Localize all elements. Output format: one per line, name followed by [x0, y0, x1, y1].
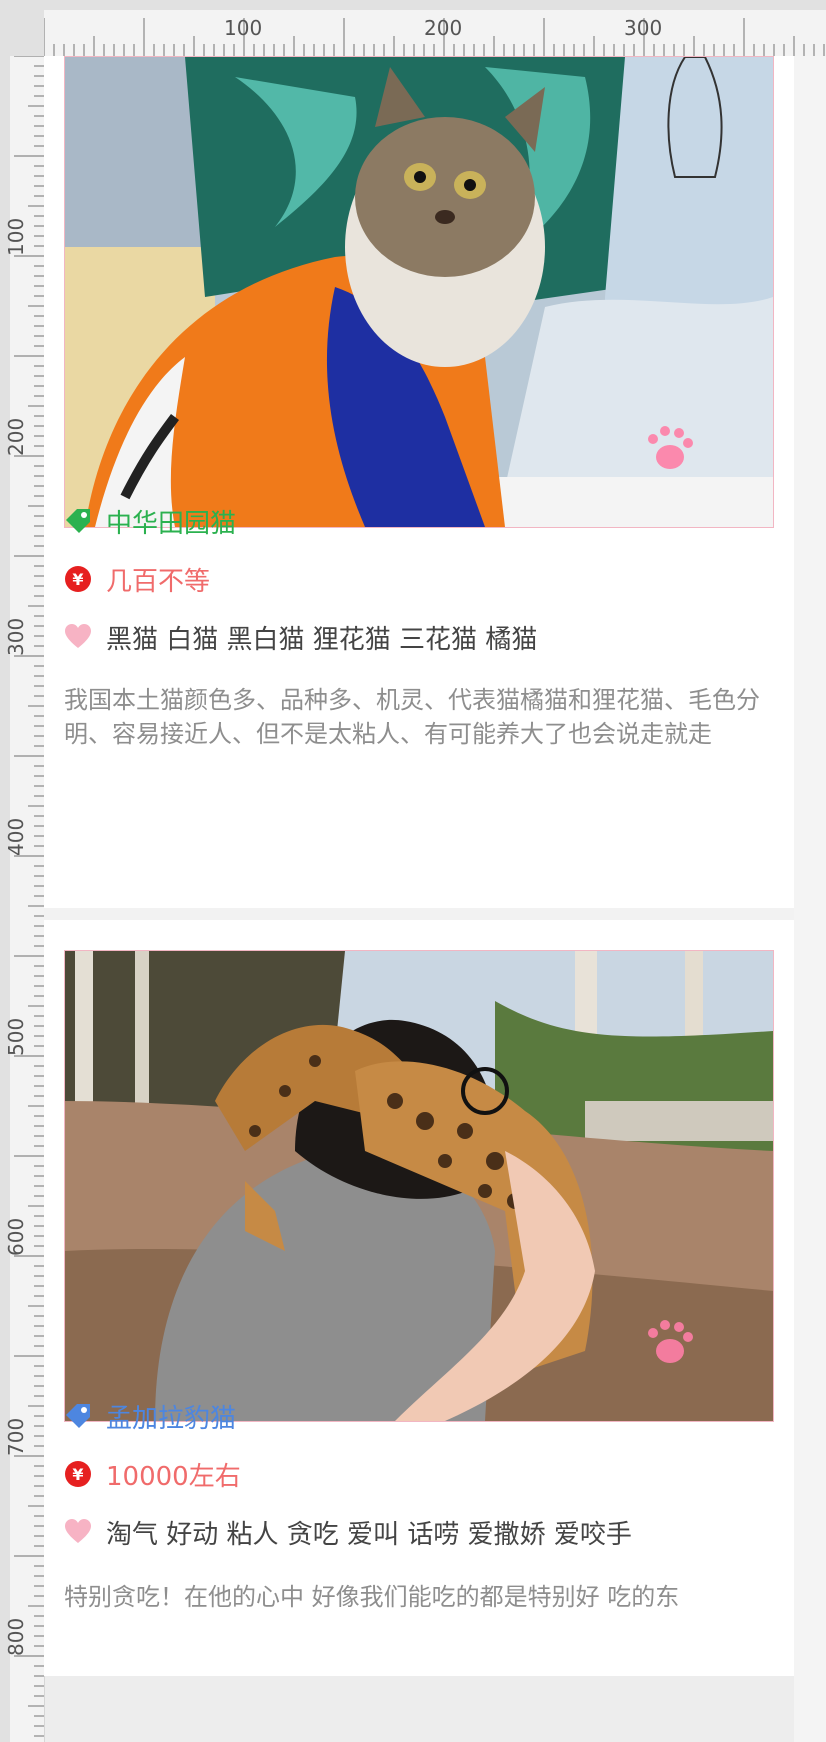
price-value: 几百不等: [106, 566, 211, 597]
heart-icon: [65, 624, 91, 648]
tag-icon: [66, 1404, 90, 1428]
svg-text:¥: ¥: [72, 570, 83, 589]
ruler-label-300: 300: [4, 617, 28, 656]
description-text: 我国本土猫颜色多、品种多、机灵、代表猫橘猫和狸花猫、毛色分明、容易接近人、但不是…: [64, 686, 760, 748]
cat-photo[interactable]: [64, 950, 774, 1422]
cat-in-costume-photo-icon: [65, 57, 773, 527]
traits-text: 黑猫 白猫 黑白猫 狸花猫 三花猫 橘猫: [106, 624, 538, 655]
tag-icon: [66, 509, 90, 533]
yen-icon: ¥: [65, 566, 91, 592]
traits-row: 淘气 好动 粘人 贪吃 爱叫 话唠 爱撒娇 爱咬手: [64, 1512, 632, 1552]
ruler-label-600: 600: [4, 1217, 28, 1256]
card-separator: [44, 908, 794, 920]
price-row: ¥ 10000左右: [64, 1454, 241, 1494]
top-ruler: 100 200 300: [44, 0, 826, 57]
ruler-label-200: 200: [4, 417, 28, 456]
yen-icon: ¥: [65, 1461, 91, 1487]
ruler-label-800: 800: [4, 1617, 28, 1656]
ruler-label-200: 200: [424, 16, 463, 40]
cat-list[interactable]: 中华田园猫 ¥ 几百不等 黑猫 白猫 黑白猫 狸花猫 三花猫 橘猫 我国本土猫颜…: [44, 56, 794, 1676]
ruler-ticks: [14, 56, 44, 1737]
right-gutter: [794, 56, 826, 1742]
cat-card[interactable]: 孟加拉豹猫 ¥ 10000左右 淘气 好动 粘人 贪吃 爱叫 话唠 爱撒娇 爱咬…: [44, 920, 794, 1676]
svg-text:¥: ¥: [72, 1465, 83, 1484]
bengal-cat-hugging-photo-icon: [65, 951, 773, 1421]
ruler-label-300: 300: [624, 16, 663, 40]
ruler-label-100: 100: [224, 16, 263, 40]
cat-photo[interactable]: [64, 56, 774, 528]
price-row: ¥ 几百不等: [64, 559, 210, 599]
traits-text: 淘气 好动 粘人 贪吃 爱叫 话唠 爱撒娇 爱咬手: [106, 1519, 632, 1550]
ruler-label-400: 400: [4, 817, 28, 856]
breed-row: 中华田园猫: [64, 501, 236, 541]
breed-row: 孟加拉豹猫: [64, 1396, 236, 1436]
breed-name: 孟加拉豹猫: [106, 1403, 237, 1434]
cat-card[interactable]: 中华田园猫 ¥ 几百不等 黑猫 白猫 黑白猫 狸花猫 三花猫 橘猫 我国本土猫颜…: [44, 56, 794, 908]
ruler-label-700: 700: [4, 1417, 28, 1456]
heart-icon: [65, 1519, 91, 1543]
traits-row: 黑猫 白猫 黑白猫 狸花猫 三花猫 橘猫: [64, 617, 537, 657]
description-text: 特别贪吃！在他的心中 好像我们能吃的都是特别好 吃的东: [64, 1583, 680, 1611]
ruler-corner: [0, 0, 45, 57]
breed-name: 中华田园猫: [106, 508, 237, 539]
ruler-label-100: 100: [4, 217, 28, 256]
price-value: 10000左右: [106, 1461, 241, 1492]
ruler-label-500: 500: [4, 1017, 28, 1056]
left-ruler: 100 200 300 400 500 600 700 800: [0, 56, 45, 1742]
